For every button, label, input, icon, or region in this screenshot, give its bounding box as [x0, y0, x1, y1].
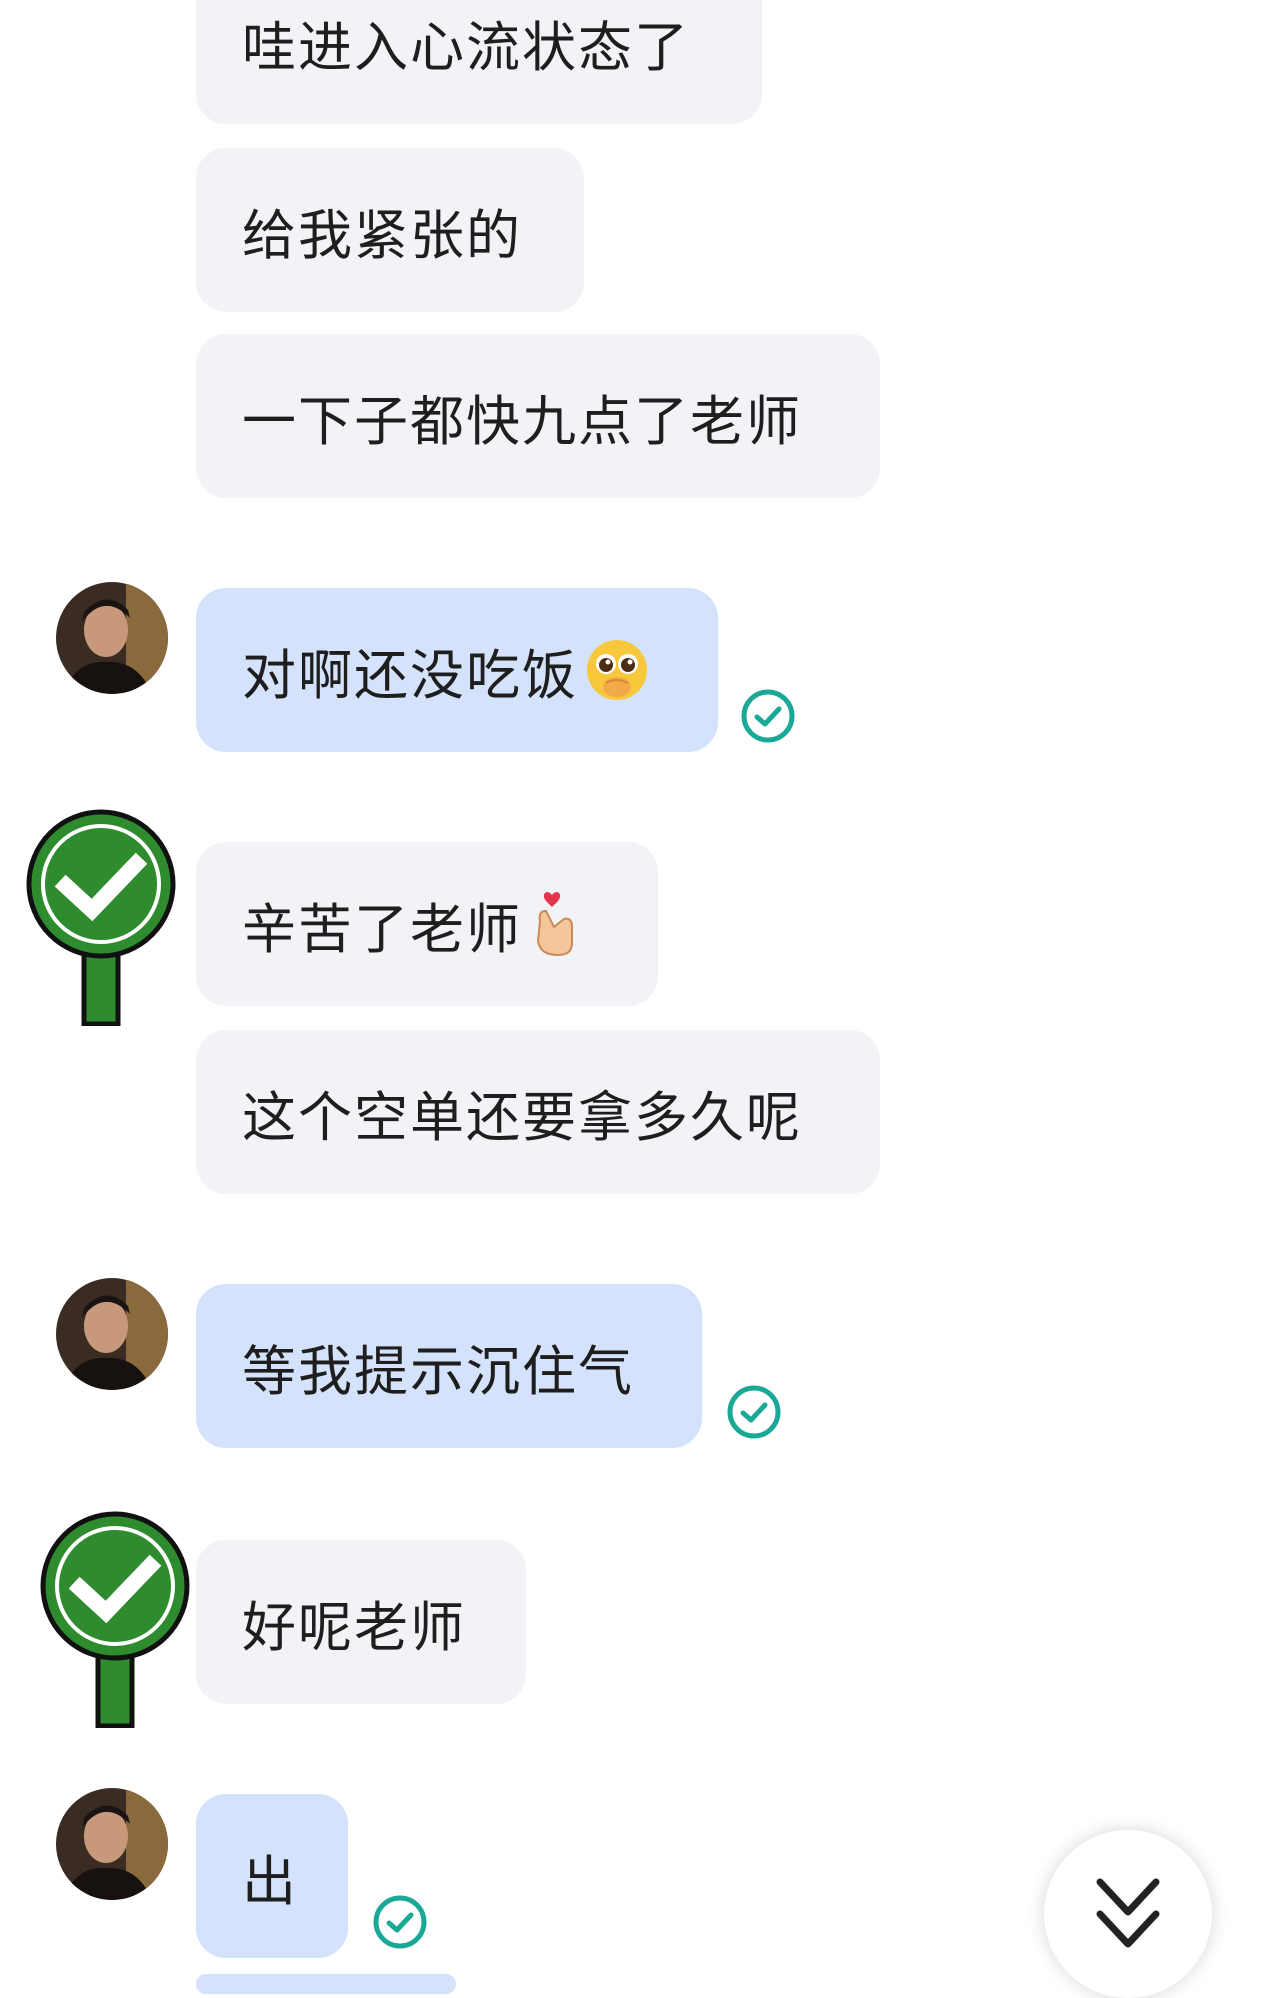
- message-text: 好呢老师: [242, 1595, 466, 1659]
- message-text: 等我提示沉住气: [242, 1339, 634, 1403]
- user-avatar[interactable]: [56, 1788, 168, 1900]
- message-text: 这个空单还要拿多久呢: [242, 1085, 802, 1149]
- double-chevron-down-icon: [1092, 1872, 1164, 1986]
- message-bubble-outgoing-partial: [196, 1974, 456, 1994]
- read-receipt-check-icon: [726, 1384, 782, 1440]
- user-avatar[interactable]: [56, 582, 168, 694]
- message-text: 出: [242, 1849, 298, 1913]
- message-bubble-incoming[interactable]: 给我紧张的: [196, 148, 584, 312]
- message-bubble-incoming[interactable]: 辛苦了老师: [196, 842, 658, 1006]
- message-text: 对啊还没吃饭: [242, 643, 578, 707]
- message-text: 辛苦了老师: [242, 897, 522, 961]
- read-receipt-check-icon: [740, 688, 796, 744]
- message-bubble-incoming[interactable]: 这个空单还要拿多久呢: [196, 1030, 880, 1194]
- message-text: 一下子都快九点了老师: [242, 389, 802, 453]
- message-bubble-outgoing[interactable]: 出: [196, 1794, 348, 1958]
- finger-heart-emoji: [528, 891, 578, 957]
- message-bubble-outgoing[interactable]: 等我提示沉住气: [196, 1284, 702, 1448]
- user-avatar[interactable]: [56, 1278, 168, 1390]
- message-bubble-outgoing[interactable]: 对啊还没吃饭: [196, 588, 718, 752]
- green-check-sign-avatar[interactable]: [36, 1508, 196, 1732]
- message-bubble-incoming[interactable]: 哇进入心流状态了: [196, 0, 762, 124]
- pleading-face-emoji: [584, 637, 650, 703]
- read-receipt-check-icon: [372, 1894, 428, 1950]
- message-bubble-incoming[interactable]: 一下子都快九点了老师: [196, 334, 880, 498]
- message-text: 哇进入心流状态了: [242, 15, 690, 79]
- message-text: 给我紧张的: [242, 203, 522, 267]
- green-check-sign-avatar[interactable]: [22, 806, 182, 1030]
- message-bubble-incoming[interactable]: 好呢老师: [196, 1540, 526, 1704]
- scroll-to-bottom-button[interactable]: [1044, 1830, 1212, 1998]
